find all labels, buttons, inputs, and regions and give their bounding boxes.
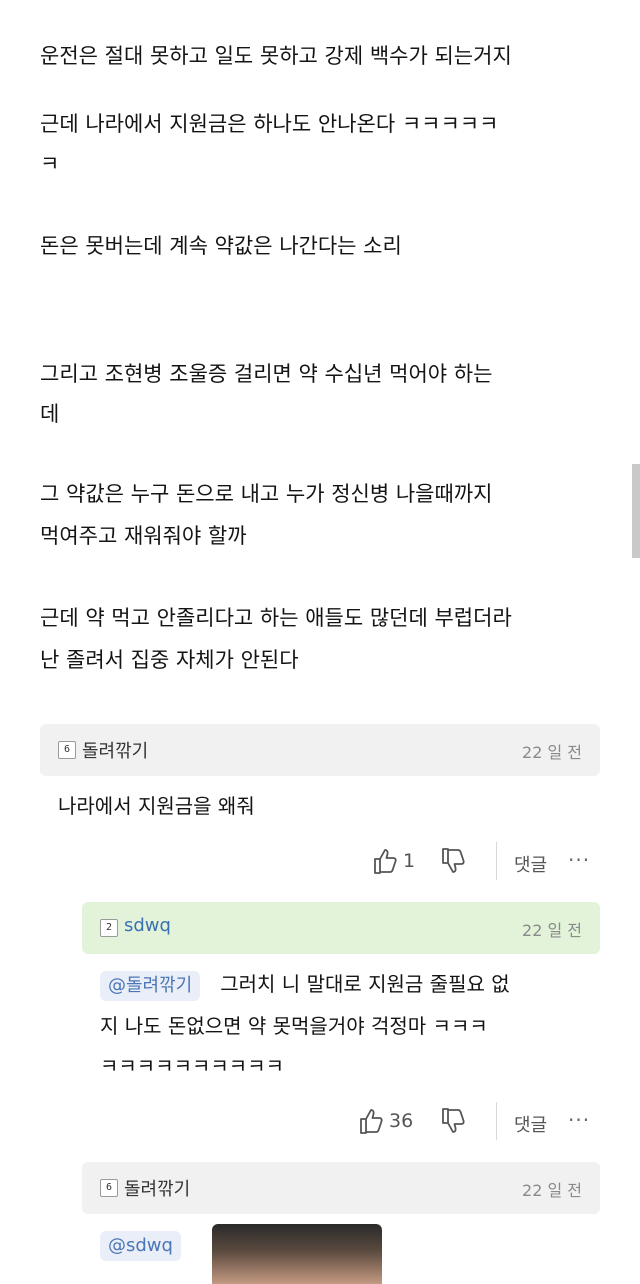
thumbs-up-icon[interactable] (358, 1106, 384, 1136)
level-badge-icon: 6 (100, 1179, 118, 1197)
comment-text-line: 지 나도 돈없으면 약 못먹을거야 걱정마 ㅋㅋㅋ (100, 1014, 488, 1038)
thumbs-down-icon[interactable] (440, 1106, 466, 1136)
comment-text-line: 그러치 니 말대로 지원금 줄필요 없 (220, 972, 510, 996)
post-line: 근데 약 먹고 안졸리다고 하는 애들도 많던데 부럽더라 (40, 606, 512, 630)
thumbs-down-icon[interactable] (440, 846, 466, 876)
post-line: 그리고 조현병 조울증 걸리면 약 수십년 먹어야 하는 (40, 362, 493, 386)
attached-image[interactable] (212, 1224, 382, 1284)
level-badge-icon: 6 (58, 741, 76, 759)
reply-button[interactable]: 댓글 (514, 851, 547, 877)
divider (496, 842, 497, 880)
post-line: ㅋ (40, 152, 60, 176)
mention-tag[interactable]: @돌려깎기 (100, 971, 201, 1001)
post-line: 먹여주고 재워줘야 할까 (40, 524, 247, 548)
comment-header: 6 돌려깎기 22 일 전 (40, 724, 600, 776)
mention-tag[interactable]: @sdwq (100, 1231, 181, 1261)
comment-time: 22 일 전 (522, 921, 582, 940)
comment-header: 6 돌려깎기 22 일 전 (82, 1162, 600, 1214)
comment-author[interactable]: sdwq (124, 915, 171, 936)
post-line: 난 졸려서 집중 자체가 안된다 (40, 648, 299, 672)
comment-text-line: ㅋㅋㅋㅋㅋㅋㅋㅋㅋㅋ (100, 1054, 284, 1078)
comment-author[interactable]: 돌려깎기 (124, 1175, 190, 1201)
comment-body: @돌려깎기 그러치 니 말대로 지원금 줄필요 없 (100, 964, 510, 1004)
level-badge-icon: 2 (100, 919, 118, 937)
comment-time: 22 일 전 (522, 1181, 582, 1200)
comment-actions: 1 댓글 ··· (372, 842, 602, 882)
post-line: 근데 나라에서 지원금은 하나도 안나온다 ㅋㅋㅋㅋㅋ (40, 112, 499, 136)
more-options-icon[interactable]: ··· (568, 1108, 590, 1132)
reply-button[interactable]: 댓글 (514, 1111, 547, 1137)
comment-body: @sdwq (100, 1224, 181, 1264)
comment-header: 2 sdwq 22 일 전 (82, 902, 600, 954)
scrollbar[interactable] (632, 464, 640, 558)
like-count: 36 (389, 1110, 414, 1132)
post-line: 운전은 절대 못하고 일도 못하고 강제 백수가 되는거지 (40, 44, 512, 68)
comment-body: 나라에서 지원금을 왜줘 (58, 794, 255, 818)
divider (496, 1102, 497, 1140)
post-line: 그 약값은 누구 돈으로 내고 누가 정신병 나을때까지 (40, 482, 493, 506)
comment-actions: 36 댓글 ··· (358, 1102, 602, 1142)
comment-author[interactable]: 돌려깎기 (82, 737, 148, 763)
thumbs-up-icon[interactable] (372, 846, 398, 876)
like-count: 1 (403, 850, 416, 872)
post-line: 데 (40, 402, 60, 426)
more-options-icon[interactable]: ··· (568, 848, 590, 872)
post-line: 돈은 못버는데 계속 약값은 나간다는 소리 (40, 234, 402, 258)
comment-time: 22 일 전 (522, 743, 582, 762)
